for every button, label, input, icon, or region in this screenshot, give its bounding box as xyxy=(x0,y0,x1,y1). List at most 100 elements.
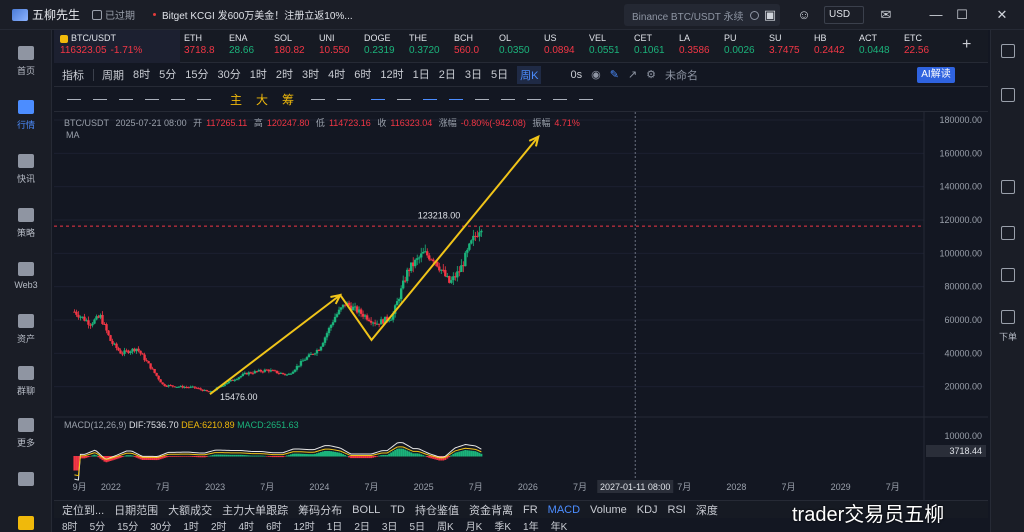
layout-name[interactable]: 未命名 xyxy=(665,67,698,83)
bottom-tab[interactable]: Volume xyxy=(590,504,627,516)
edit-icon[interactable]: ✎ xyxy=(610,68,619,81)
ticker-item[interactable]: BTC/USDT 116323.05 -1.71% xyxy=(54,30,180,63)
ticker-item[interactable]: VEL 0.0551 xyxy=(585,30,630,63)
bottom-tab[interactable]: RSI xyxy=(668,504,686,516)
bottom-period-option[interactable]: 1年 xyxy=(523,518,539,532)
horizontal-line-tool-icon[interactable] xyxy=(90,93,110,107)
search-input[interactable]: Binance BTC/USDT 永续 xyxy=(624,4,780,26)
period-option[interactable]: 15分 xyxy=(185,66,208,84)
rectangle-tool-icon[interactable] xyxy=(168,93,188,107)
period-option[interactable]: 30分 xyxy=(218,66,241,84)
ticker-item[interactable]: HB 0.2442 xyxy=(810,30,855,63)
delete-tool-icon[interactable] xyxy=(576,93,596,107)
period-option[interactable]: 2时 xyxy=(276,66,293,84)
ticker-item[interactable]: ETH 3718.8 xyxy=(180,30,225,63)
bars-tool-icon[interactable] xyxy=(446,93,466,107)
ticker-item[interactable]: THE 0.3720 xyxy=(405,30,450,63)
bottom-period-option[interactable]: 12时 xyxy=(294,518,315,532)
magnet-tool-icon[interactable] xyxy=(420,93,440,107)
ticker-item[interactable]: DOGE 0.2319 xyxy=(360,30,405,63)
bottom-period-option[interactable]: 1时 xyxy=(183,518,199,532)
refresh-tool-icon[interactable] xyxy=(308,93,328,107)
bottom-tab[interactable]: 持仓鉴值 xyxy=(415,502,459,518)
more-tools-icon[interactable] xyxy=(194,93,214,107)
bottom-period-option[interactable]: 月K xyxy=(466,518,483,532)
maximize-icon[interactable]: ☐ xyxy=(954,7,970,23)
bottom-period-option[interactable]: 15分 xyxy=(117,518,138,532)
sidebar-item-chat[interactable]: 群聊 xyxy=(0,366,52,397)
bottom-tab[interactable]: 深度 xyxy=(696,502,718,518)
ruler-tool-icon[interactable] xyxy=(394,93,414,107)
period-option[interactable]: 1日 xyxy=(413,66,430,84)
ray-tool-icon[interactable] xyxy=(142,93,162,107)
period-option[interactable]: 12时 xyxy=(380,66,403,84)
expired-badge[interactable]: 已过期 xyxy=(92,7,135,22)
period-option[interactable]: 周K xyxy=(517,65,542,84)
period-option[interactable]: 1时 xyxy=(250,66,267,84)
bottom-period-option[interactable]: 5分 xyxy=(90,518,106,532)
bottom-tab[interactable]: MACD xyxy=(548,504,580,516)
share-icon[interactable]: ↗ xyxy=(628,68,637,81)
parallel-channel-tool-icon[interactable] xyxy=(116,93,136,107)
order-icon[interactable] xyxy=(1001,310,1015,324)
chart-canvas[interactable]: 180000.00 160000.00 140000.00 120000.00 1000… xyxy=(54,112,988,500)
ticker-item[interactable]: ENA 28.66 xyxy=(225,30,270,63)
ticker-item[interactable]: SOL 180.82 xyxy=(270,30,315,63)
period-option[interactable]: 4时 xyxy=(328,66,345,84)
news-ticker[interactable]: Bitget KCGI 发600万美金！注册立返10%... xyxy=(153,7,353,22)
ticker-item[interactable]: ETC 22.56 xyxy=(900,30,945,63)
bottom-period-option[interactable]: 周K xyxy=(437,518,454,532)
bottom-period-option[interactable]: 5日 xyxy=(409,518,425,532)
trendline-tool-icon[interactable] xyxy=(64,93,84,107)
bottom-period-option[interactable]: 30分 xyxy=(150,518,171,532)
hide-tool-icon[interactable] xyxy=(498,93,518,107)
ticker-item[interactable]: PU 0.0026 xyxy=(720,30,765,63)
sidebar-item-vip[interactable] xyxy=(0,516,52,532)
currency-select[interactable]: USD xyxy=(824,6,864,24)
ticker-item[interactable]: CET 0.1061 xyxy=(630,30,675,63)
period-option[interactable]: 3时 xyxy=(302,66,319,84)
indicators-button[interactable]: 指标 xyxy=(62,67,84,83)
large-order-tool[interactable]: 大 xyxy=(256,91,268,108)
filter-tool-icon[interactable] xyxy=(550,93,570,107)
ai-interpret-button[interactable]: AI解读 xyxy=(917,67,955,83)
theme-icon[interactable]: ☺ xyxy=(796,7,812,23)
bottom-period-option[interactable]: 年K xyxy=(551,518,568,532)
sidebar-item-strategy[interactable]: 策略 xyxy=(0,208,52,239)
bottom-tab[interactable]: 定位到... xyxy=(62,502,104,518)
period-option[interactable]: 5日 xyxy=(491,66,508,84)
bottom-period-option[interactable]: 6时 xyxy=(266,518,282,532)
bottom-tab[interactable]: FR xyxy=(523,504,538,516)
ma-indicator-label[interactable]: MA xyxy=(66,130,80,140)
sidebar-item-web3[interactable]: Web3 xyxy=(0,262,52,290)
period-option[interactable]: 3日 xyxy=(465,66,482,84)
period-option[interactable]: 6时 xyxy=(354,66,371,84)
chip-tool[interactable]: 筹 xyxy=(282,91,294,108)
mail-icon[interactable]: ✉ xyxy=(878,7,894,23)
camera-icon[interactable]: ◉ xyxy=(591,68,601,81)
lock-tool-icon[interactable] xyxy=(472,93,492,107)
bottom-period-option[interactable]: 2日 xyxy=(354,518,370,532)
close-icon[interactable]: ✕ xyxy=(994,7,1010,23)
bottom-tab[interactable]: 大额成交 xyxy=(168,502,212,518)
bottom-period-option[interactable]: 1日 xyxy=(327,518,343,532)
bottom-period-option[interactable]: 8时 xyxy=(62,518,78,532)
pin-tool-icon[interactable] xyxy=(524,93,544,107)
sidebar-item-assets[interactable]: 资产 xyxy=(0,314,52,345)
bottom-period-option[interactable]: 3日 xyxy=(382,518,398,532)
ticker-item[interactable]: UNI 10.550 xyxy=(315,30,360,63)
ticker-item[interactable]: US 0.0894 xyxy=(540,30,585,63)
period-option[interactable]: 2日 xyxy=(439,66,456,84)
bottom-tab[interactable]: BOLL xyxy=(352,504,380,516)
compare-tool-icon[interactable] xyxy=(334,93,354,107)
ticker-item[interactable]: BCH 560.0 xyxy=(450,30,495,63)
close-search-icon[interactable]: ▣ xyxy=(762,7,778,23)
dollar-icon[interactable] xyxy=(1001,268,1015,282)
period-button[interactable]: 周期 xyxy=(102,67,124,83)
sidebar-item-device[interactable] xyxy=(0,472,52,490)
minimize-icon[interactable]: — xyxy=(928,7,944,23)
layout-icon[interactable] xyxy=(1001,44,1015,58)
bottom-tab[interactable]: 日期范围 xyxy=(114,502,158,518)
ticker-item[interactable]: OL 0.0350 xyxy=(495,30,540,63)
sidebar-item-home[interactable]: 首页 xyxy=(0,46,52,77)
